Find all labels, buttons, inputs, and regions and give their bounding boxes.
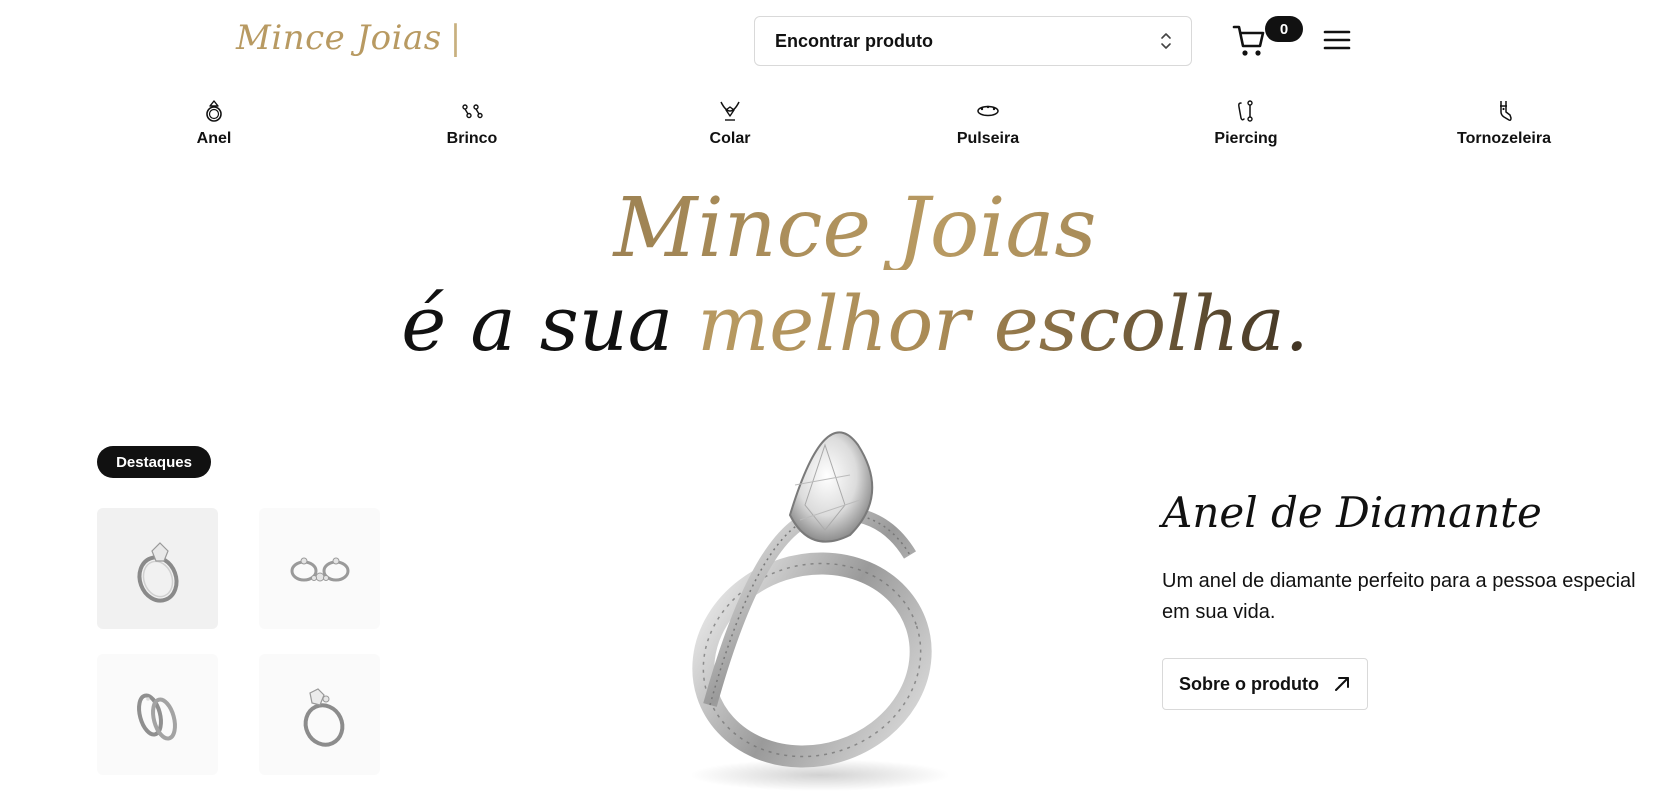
hero-title-line2-start: é a sua (401, 279, 698, 368)
ring-icon (206, 100, 222, 122)
about-product-button[interactable]: Sobre o produto (1162, 658, 1368, 710)
product-image-diamond-ring (690, 431, 950, 791)
earring-icon (462, 104, 483, 119)
category-label: Brinco (446, 130, 498, 147)
hero-title-line2: é a sua melhor escolha. (0, 286, 1675, 362)
hero-title-line1: Mince Joias (0, 188, 1675, 270)
category-piercing[interactable]: Piercing (1166, 98, 1326, 148)
category-label: Piercing (1214, 130, 1278, 147)
product-description: Um anel de diamante perfeito para a pess… (1162, 570, 1636, 623)
wedding-bands-icon (136, 693, 177, 740)
search-select[interactable]: Encontrar produto (754, 16, 1192, 66)
cart-count-badge: 0 (1265, 16, 1303, 42)
category-pulseira[interactable]: Pulseira (908, 98, 1068, 148)
category-label: Tornozeleira (1457, 130, 1551, 147)
highlight-thumb-1[interactable] (97, 508, 218, 629)
highlights-badge: Destaques (97, 446, 211, 478)
category-tornozeleira[interactable]: Tornozeleira (1424, 98, 1584, 148)
arrow-up-right-icon (1334, 677, 1349, 691)
anklet-icon (1500, 101, 1512, 121)
piercing-icon (1238, 100, 1253, 122)
category-colar[interactable]: Colar (650, 98, 810, 148)
category-label: Pulseira (956, 130, 1020, 147)
solitaire-ring-icon (303, 687, 344, 747)
category-brinco[interactable]: Brinco (392, 98, 552, 148)
hero-title-line2-end: melhor escolha. (697, 279, 1309, 368)
ring-set-icon (290, 557, 349, 581)
bracelet-icon (977, 105, 999, 117)
brand-logo-text: Mince Joias (236, 18, 442, 58)
chevron-updown-icon (1161, 33, 1171, 49)
necklace-icon (720, 101, 740, 121)
search-placeholder: Encontrar produto (775, 30, 933, 51)
category-anel[interactable]: Anel (134, 98, 294, 148)
highlight-thumb-2[interactable] (259, 508, 380, 629)
about-product-button-label: Sobre o produto (1179, 673, 1319, 694)
logo-cursor: | (449, 18, 462, 58)
brand-logo[interactable]: Mince Joias | (236, 18, 462, 58)
product-title: Anel de Diamante (1162, 488, 1542, 537)
highlight-thumb-3[interactable] (97, 654, 218, 775)
cart-icon[interactable] (1232, 22, 1268, 58)
category-label: Anel (196, 130, 232, 147)
diamond-ring-icon (136, 541, 179, 603)
category-label: Colar (709, 130, 751, 147)
hamburger-menu-icon[interactable] (1322, 26, 1352, 54)
highlight-thumb-4[interactable] (259, 654, 380, 775)
